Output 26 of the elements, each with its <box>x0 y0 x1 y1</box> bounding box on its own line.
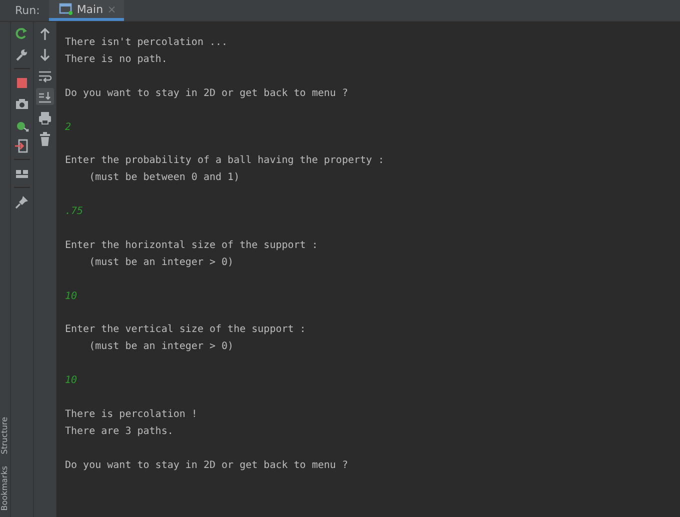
output-line: There isn't percolation ... <box>65 36 228 50</box>
output-line: (must be between 0 and 1) <box>88 171 240 186</box>
typed-input-text: 10 <box>65 290 78 304</box>
output-line: Enter the horizontal size of the support : <box>65 238 318 253</box>
trash-icon[interactable] <box>37 130 53 146</box>
output-line: Do you want to stay in 2D or get back to menu ? <box>65 458 348 472</box>
output-line: Enter the probability of a ball having the property : <box>65 154 384 168</box>
run-tab[interactable]: Main × <box>48 0 124 21</box>
output-line: (must be an integer > 0) <box>88 256 234 270</box>
pin-icon[interactable] <box>14 194 30 210</box>
output-line: There is no path. <box>65 52 168 67</box>
exit-icon[interactable] <box>14 138 30 154</box>
output-line: There is percolation ! <box>65 408 198 422</box>
run-label: Run: <box>14 3 41 19</box>
print-icon[interactable] <box>37 110 53 126</box>
output-line: There are 3 paths. <box>65 424 174 439</box>
typed-input-text: .75 <box>65 205 84 219</box>
wrench-icon[interactable] <box>14 46 30 62</box>
window-icon <box>58 3 73 15</box>
side-tab[interactable]: Bookmarks <box>0 466 10 511</box>
output-line: (must be an integer > 0) <box>88 340 234 354</box>
typed-input-text: 10 <box>65 374 78 388</box>
output-line: Enter the vertical size of the support : <box>65 323 306 338</box>
side-tab[interactable]: Structure <box>0 417 10 454</box>
typed-input-text: 2 <box>65 120 72 134</box>
output-line: Do you want to stay in 2D or get back to menu ? <box>65 86 348 101</box>
